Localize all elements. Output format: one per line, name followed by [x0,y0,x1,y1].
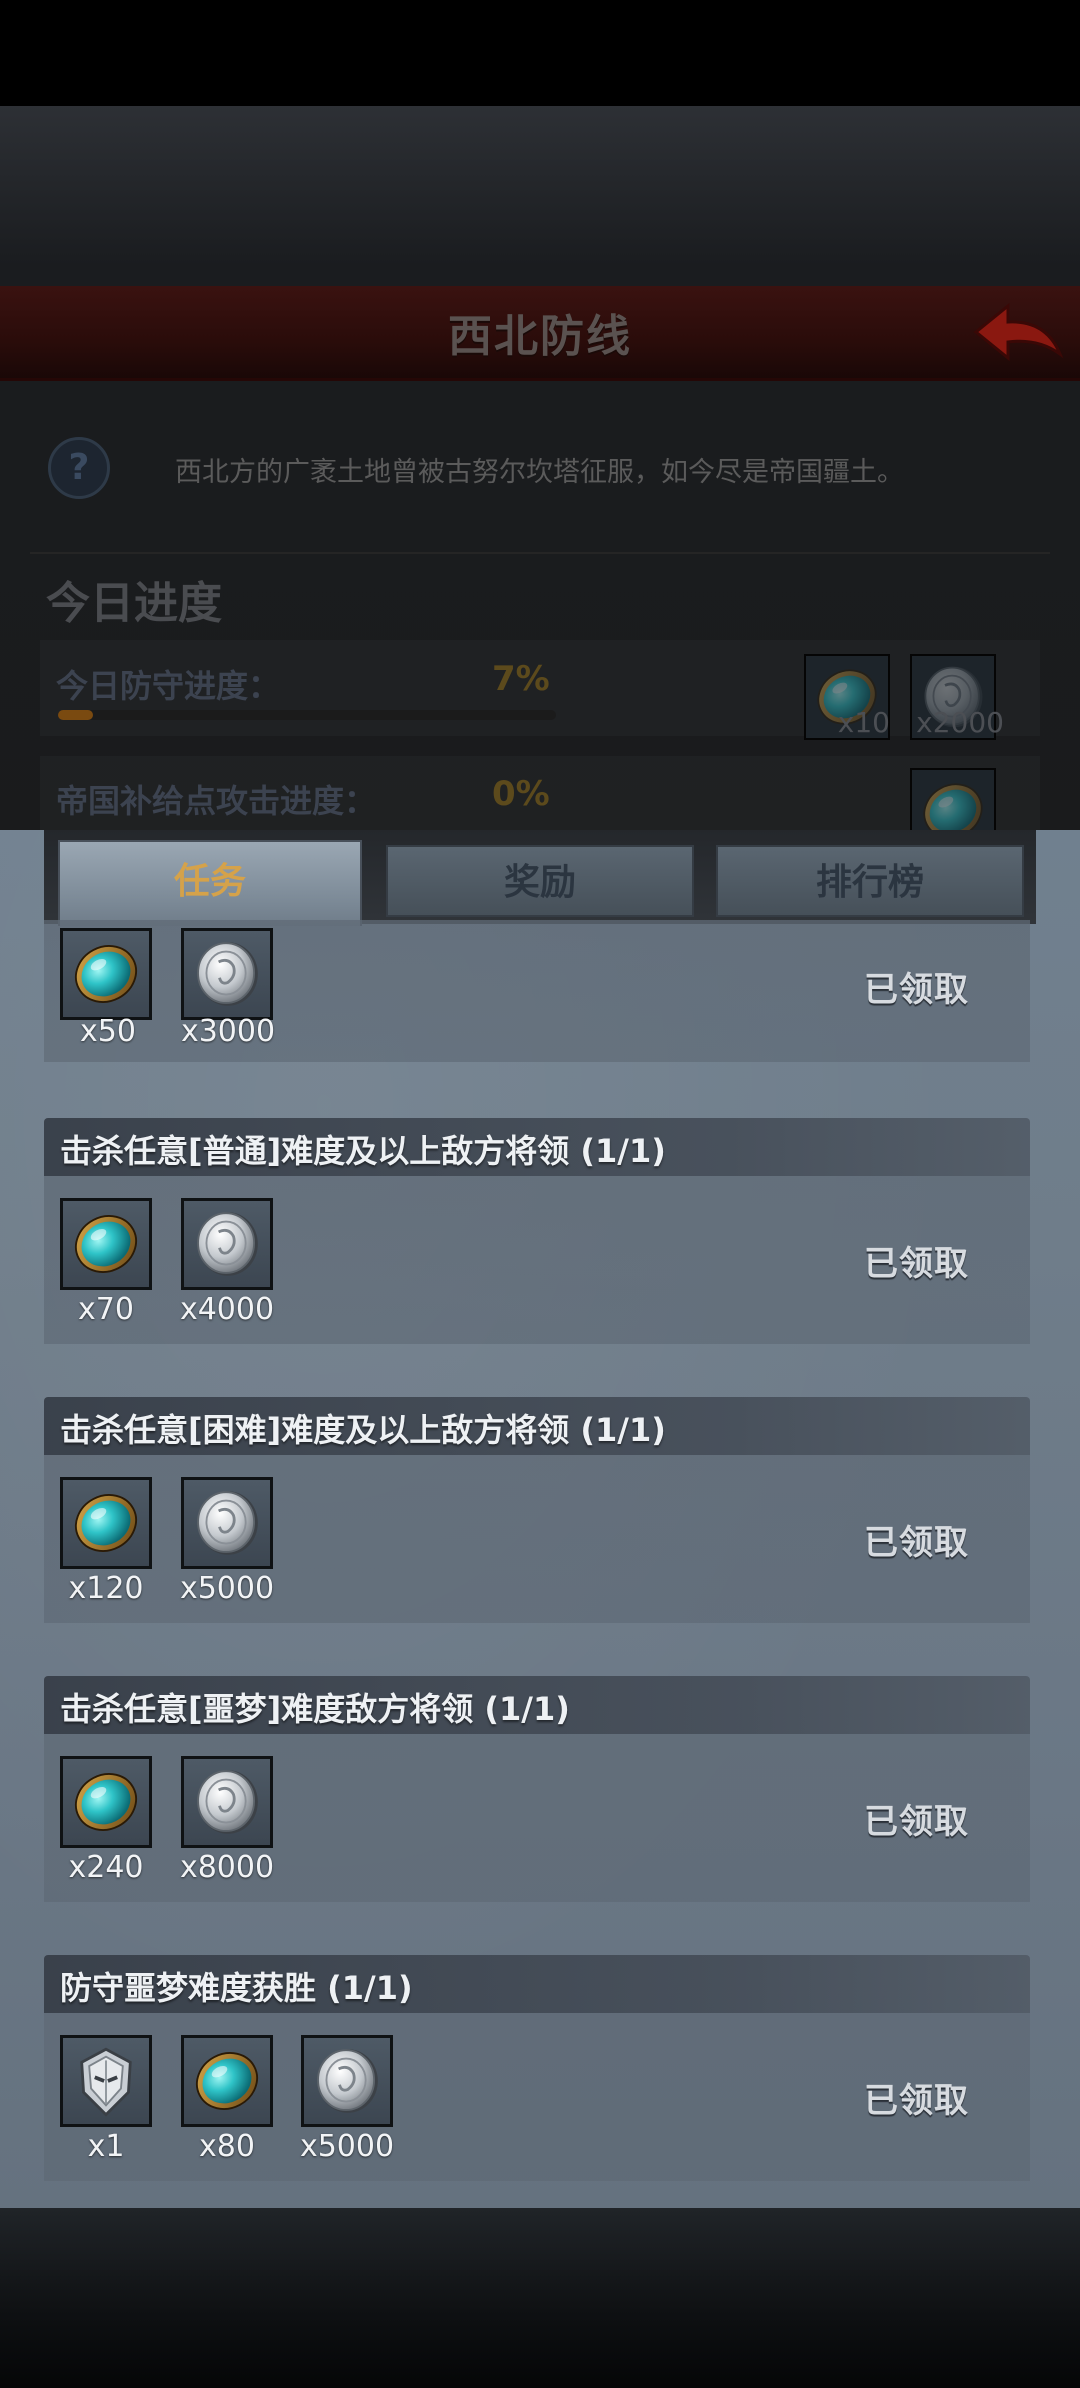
reward-qty: x70 [78,1292,134,1327]
reward-qty: x5000 [179,1571,275,1606]
supply-attack-progress-percent: 0% [492,774,550,814]
defense-progress-fill [58,710,93,720]
reward-qty: x240 [68,1850,144,1885]
progress-reward-qty: x2000 [916,706,1004,739]
back-arrow-icon [973,302,1064,362]
back-button[interactable] [968,292,1068,372]
quest-title: 击杀任意[普通]难度及以上敌方将领 (1/1) [60,1132,666,1170]
claimed-status: 已领取 [864,2081,969,2121]
claimed-status: 已领取 [864,970,969,1010]
silver-coin-icon [184,931,270,1017]
reward-qty: x80 [199,2129,255,2164]
reward-slot[interactable] [60,928,152,1020]
quest-title: 击杀任意[困难]难度及以上敌方将领 (1/1) [60,1411,666,1449]
reward-slot[interactable] [60,1477,152,1569]
quest-card: 击杀任意[困难]难度及以上敌方将领 (1/1) x120 x5000 已领取 [44,1397,1030,1623]
gem-icon [184,2038,270,2124]
reward-slot[interactable] [181,1198,273,1290]
reward-qty: x1 [87,2129,125,2164]
reward-slot[interactable] [301,2035,393,2127]
reward-qty: x50 [80,1014,136,1049]
defense-progress-label: 今日防守进度： [56,667,281,705]
reward-slot[interactable] [181,928,273,1020]
gem-icon [63,931,149,1017]
defense-progress-bar [58,710,556,720]
reward-slot[interactable] [181,1477,273,1569]
helmet-icon [63,2038,149,2124]
divider [30,552,1050,554]
reward-qty: x8000 [179,1850,275,1885]
page-title: 西北防线 [448,311,632,362]
quest-card: 防守噩梦难度获胜 (1/1) x1 x80 x5000 已领取 [44,1955,1030,2181]
reward-slot[interactable] [60,1198,152,1290]
tab-leaderboard[interactable]: 排行榜 [716,845,1024,917]
quest-header: 击杀任意[普通]难度及以上敌方将领 (1/1) [44,1118,1030,1176]
reward-slot[interactable] [60,2035,152,2127]
supply-attack-progress-label: 帝国补给点攻击进度： [56,782,377,820]
silver-coin-icon [184,1759,270,1845]
quest-title: 防守噩梦难度获胜 (1/1) [60,1969,413,2007]
gem-icon [63,1480,149,1566]
quest-header: 防守噩梦难度获胜 (1/1) [44,1955,1030,2013]
reward-qty: x5000 [299,2129,395,2164]
quest-title: 击杀任意[噩梦]难度敌方将领 (1/1) [60,1690,570,1728]
tab-rewards[interactable]: 奖励 [386,845,694,917]
quest-card: 击杀任意[噩梦]难度敌方将领 (1/1) x240 x8000 已领取 [44,1676,1030,1902]
panel-bottom [0,2208,1080,2388]
status-bar [0,0,1080,106]
gem-icon [63,1759,149,1845]
quest-header: 击杀任意[困难]难度及以上敌方将领 (1/1) [44,1397,1030,1455]
quest-card: 击杀任意[普通]难度及以上敌方将领 (1/1) x70 x4000 已领取 [44,1118,1030,1344]
reward-slot[interactable] [181,2035,273,2127]
today-progress-title: 今日进度 [46,578,222,629]
silver-coin-icon [304,2038,390,2124]
quest-header: 击杀任意[噩梦]难度敌方将领 (1/1) [44,1676,1030,1734]
reward-qty: x3000 [180,1014,276,1049]
claimed-status: 已领取 [864,1802,969,1842]
gem-icon [63,1201,149,1287]
tab-tasks[interactable]: 任务 [58,840,362,926]
help-button[interactable]: ? [48,437,110,499]
reward-qty: x4000 [179,1292,275,1327]
reward-slot[interactable] [181,1756,273,1848]
reward-slot[interactable] [60,1756,152,1848]
reward-qty: x120 [68,1571,144,1606]
silver-coin-icon [184,1201,270,1287]
defense-progress-percent: 7% [492,659,550,699]
silver-coin-icon [184,1480,270,1566]
progress-reward-qty: x10 [837,706,890,739]
description-text: 西北方的广袤土地曾被古努尔坎塔征服，如今尽是帝国疆土。 [175,457,904,488]
claimed-status: 已领取 [864,1244,969,1284]
claimed-status: 已领取 [864,1523,969,1563]
